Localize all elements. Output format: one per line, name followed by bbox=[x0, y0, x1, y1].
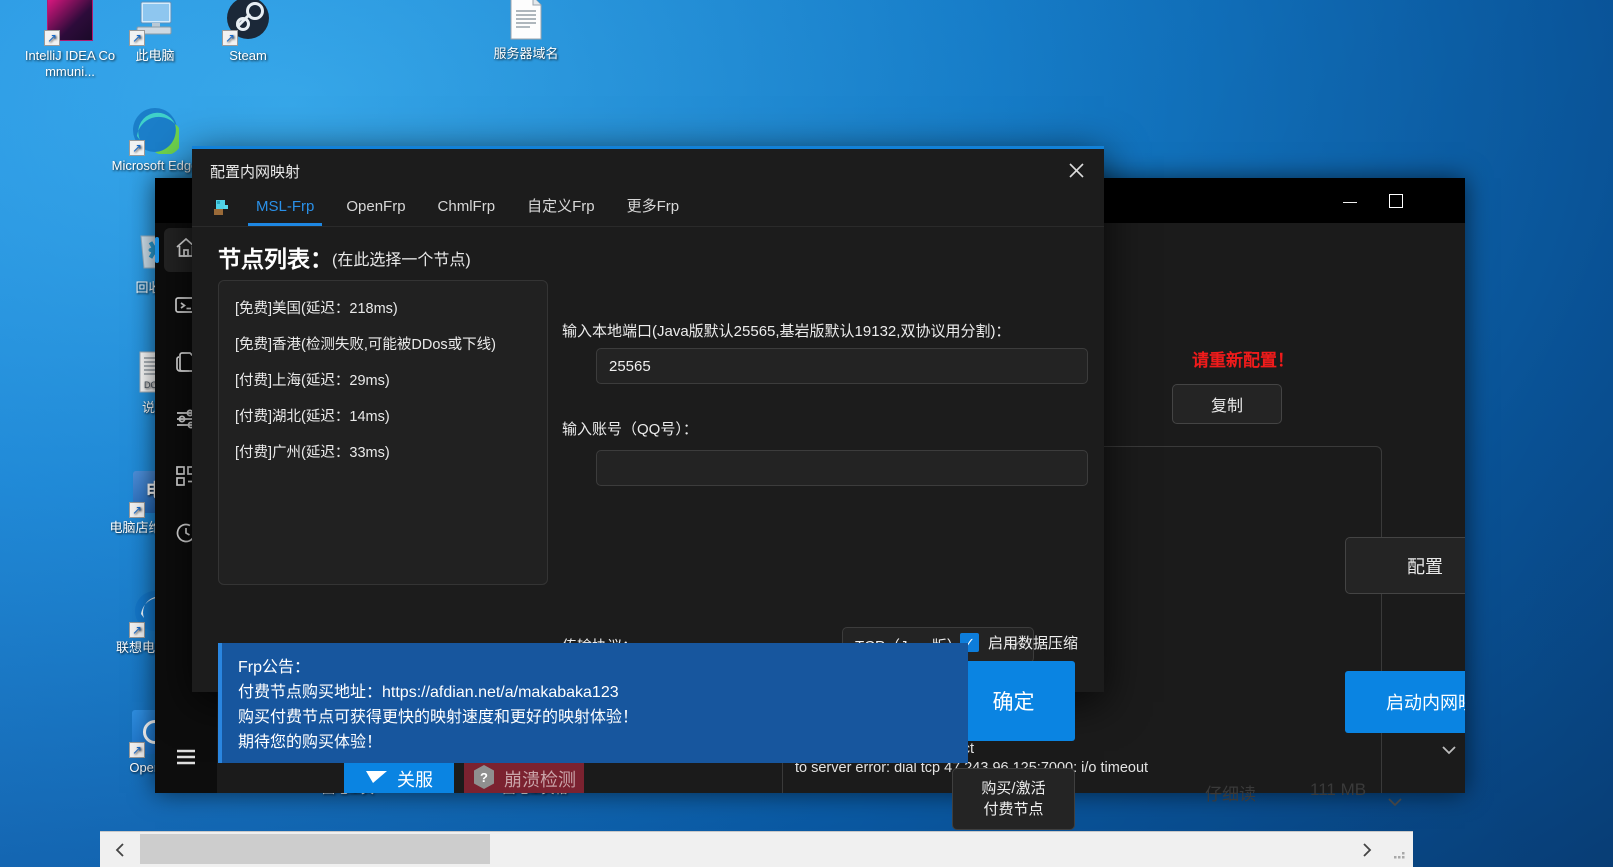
desktop-icon-label: Microsoft Edge bbox=[111, 158, 199, 173]
buy-activate-button[interactable]: 购买/激活 付费节点 bbox=[952, 768, 1075, 830]
desktop-icon-label: 服务器域名 bbox=[493, 46, 559, 61]
steam-icon: ↗ bbox=[222, 0, 272, 46]
local-port-input[interactable]: 25565 bbox=[596, 348, 1088, 384]
desktop-icon-steam[interactable]: ↗ Steam bbox=[200, 0, 296, 64]
shortcut-arrow-icon: ↗ bbox=[44, 30, 60, 46]
shortcut-arrow-icon: ↗ bbox=[129, 140, 145, 156]
log-scroll-down-arrow[interactable] bbox=[1437, 738, 1461, 762]
status-middle: 仔细读 bbox=[1205, 785, 1256, 802]
copy-button[interactable]: 复制 bbox=[1172, 384, 1282, 424]
dialog-title: 配置内网映射 bbox=[210, 164, 301, 181]
list-item[interactable]: [付费]广州(延迟：33ms) bbox=[219, 435, 547, 471]
this-pc-icon: ↗ bbox=[129, 0, 179, 46]
intellij-idea-icon: ↗ bbox=[44, 0, 94, 46]
resize-grip-icon[interactable] bbox=[1387, 832, 1413, 867]
account-input[interactable] bbox=[596, 450, 1088, 486]
list-item[interactable]: [免费]美国(延迟：218ms) bbox=[219, 291, 547, 327]
local-port-label: 输入本地端口(Java版默认25565,基岩版默认19132,双协议用分割)： bbox=[562, 323, 1011, 340]
announcement-line: 购买付费节点可获得更快的映射速度和更好的映射体验！ bbox=[238, 709, 639, 726]
tab-openfrp[interactable]: OpenFrp bbox=[330, 190, 421, 226]
stop-server-label: 关服 bbox=[397, 770, 433, 790]
tab-msl-frp[interactable]: MSL-Frp bbox=[240, 190, 330, 226]
tab-more-frp[interactable]: 更多Frp bbox=[611, 190, 696, 226]
buy-button-line2: 付费节点 bbox=[983, 801, 1044, 818]
announcement-line: 付费节点购买地址：https://afdian.net/a/makabaka12… bbox=[238, 684, 619, 701]
maximize-button[interactable] bbox=[1373, 178, 1419, 223]
send-triangle-icon bbox=[365, 769, 389, 790]
desktop-icon-label: IntelliJ IDEA Communi... bbox=[24, 48, 116, 79]
start-mapping-button[interactable]: 启动内网映射 bbox=[1345, 671, 1465, 733]
vertical-scroll-down-arrow[interactable] bbox=[1383, 790, 1407, 814]
enable-compression-label: 启用数据压缩 bbox=[988, 635, 1079, 652]
shortcut-arrow-icon: ↗ bbox=[129, 742, 145, 758]
desktop-icon-intellij[interactable]: ↗ IntelliJ IDEA Communi... bbox=[22, 0, 118, 80]
msl-app-icon bbox=[202, 190, 240, 226]
frp-announcement: Frp公告： 付费节点购买地址：https://afdian.net/a/mak… bbox=[218, 643, 968, 763]
help-hexagon-icon: ? bbox=[472, 764, 496, 794]
maximize-icon bbox=[1389, 193, 1403, 208]
dialog-tabs: MSL-Frp OpenFrp ChmlFrp 自定义Frp 更多Frp bbox=[192, 189, 1104, 227]
announcement-line: 期待您的购买体验！ bbox=[238, 734, 383, 751]
chevron-left-icon[interactable] bbox=[100, 832, 140, 867]
scrollbar-thumb[interactable] bbox=[140, 834, 490, 864]
edge-icon: ↗ bbox=[129, 106, 179, 156]
horizontal-scrollbar[interactable] bbox=[100, 831, 1413, 867]
chevron-right-icon[interactable] bbox=[1347, 832, 1387, 867]
tab-custom-frp[interactable]: 自定义Frp bbox=[511, 190, 611, 226]
close-icon[interactable] bbox=[1056, 153, 1096, 187]
crash-check-label: 崩溃检测 bbox=[504, 770, 576, 790]
dialog-body: 节点列表： (在此选择一个节点) [免费]美国(延迟：218ms) [免费]香港… bbox=[192, 228, 1104, 830]
list-item[interactable]: [付费]湖北(延迟：14ms) bbox=[219, 399, 547, 435]
node-list-hint: (在此选择一个节点) bbox=[332, 252, 471, 269]
tab-chmlfrp[interactable]: ChmlFrp bbox=[422, 190, 512, 226]
announcement-line: Frp公告： bbox=[238, 659, 311, 676]
buy-button-line1: 购买/激活 bbox=[981, 780, 1046, 797]
reconfigure-warning: 请重新配置！ bbox=[1192, 351, 1294, 370]
desktop-icon-server-domain[interactable]: 服务器域名 bbox=[478, 0, 574, 62]
desktop-icon-edge[interactable]: ↗ Microsoft Edge bbox=[107, 106, 203, 174]
minimize-button[interactable]: — bbox=[1327, 178, 1373, 223]
hamburger-menu-icon bbox=[173, 746, 199, 771]
list-item[interactable]: [免费]香港(检测失败,可能被DDos或下线) bbox=[219, 327, 547, 363]
node-list[interactable]: [免费]美国(延迟：218ms) [免费]香港(检测失败,可能被DDos或下线)… bbox=[218, 280, 548, 585]
desktop-icon-this-pc[interactable]: ↗ 此电脑 bbox=[107, 0, 203, 64]
desktop-icon-label: Steam bbox=[229, 48, 267, 63]
shortcut-arrow-icon: ↗ bbox=[129, 622, 145, 638]
shortcut-arrow-icon: ↗ bbox=[129, 30, 145, 46]
shortcut-arrow-icon: ↗ bbox=[222, 30, 238, 46]
text-document-icon bbox=[502, 0, 550, 42]
sidebar-menu-button[interactable] bbox=[155, 746, 217, 771]
svg-text:?: ? bbox=[480, 770, 488, 785]
scrollbar-track[interactable] bbox=[140, 832, 1347, 867]
list-item[interactable]: [付费]上海(延迟：29ms) bbox=[219, 363, 547, 399]
configure-mapping-dialog: 配置内网映射 MSL-Frp OpenFrp ChmlFrp 自定义Frp 更多… bbox=[192, 146, 1104, 830]
confirm-button[interactable]: 确定 bbox=[952, 661, 1075, 741]
enable-compression-checkbox[interactable]: ✓ 启用数据压缩 bbox=[960, 632, 1078, 653]
shortcut-arrow-icon: ↗ bbox=[129, 502, 145, 518]
desktop-icon-label: 此电脑 bbox=[135, 48, 175, 63]
node-list-title: 节点列表： bbox=[218, 246, 333, 272]
account-label: 输入账号（QQ号）： bbox=[562, 421, 698, 438]
config-button[interactable]: 配置 bbox=[1345, 537, 1465, 594]
